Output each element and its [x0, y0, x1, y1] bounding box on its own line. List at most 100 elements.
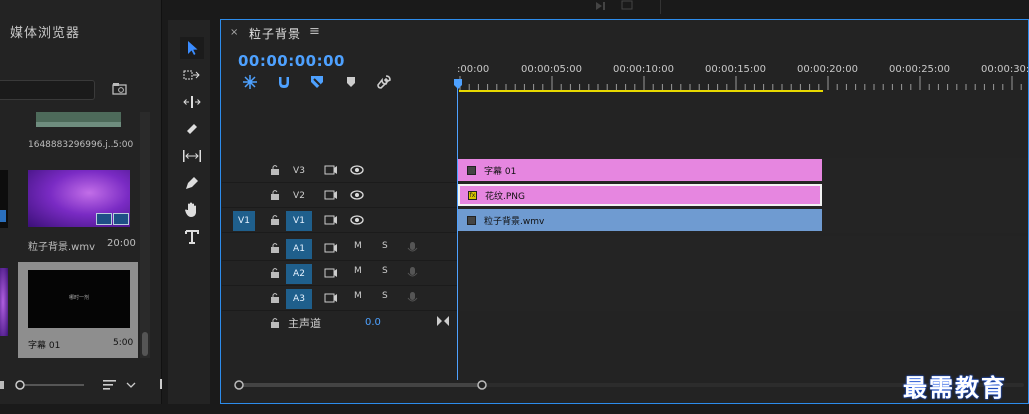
- track-lane[interactable]: 粒子背景.wmv: [457, 208, 1028, 233]
- clip-thumbnail-particles[interactable]: [28, 170, 130, 227]
- clip-particle-bg[interactable]: 粒子背景.wmv: [457, 209, 822, 231]
- track-lane[interactable]: 字幕 01: [457, 158, 1028, 183]
- selection-tool[interactable]: [180, 37, 204, 59]
- track-name[interactable]: V2: [286, 186, 312, 206]
- top-bar: [590, 0, 1029, 14]
- lock-icon[interactable]: [270, 292, 280, 304]
- hand-icon: [185, 202, 196, 217]
- solo-button[interactable]: S: [382, 291, 388, 301]
- pen-tool[interactable]: [180, 172, 204, 194]
- sync-lock-icon[interactable]: [324, 189, 338, 201]
- razor-tool[interactable]: [180, 118, 204, 140]
- track-select-tool[interactable]: [180, 64, 204, 86]
- playhead-timecode[interactable]: 00:00:00:00: [238, 52, 345, 70]
- close-icon[interactable]: ×: [230, 27, 238, 38]
- clip-label: 字幕 01: [484, 166, 517, 177]
- lock-icon[interactable]: [270, 189, 280, 201]
- go-to-in-out-icon[interactable]: [436, 315, 450, 327]
- track-name[interactable]: A2: [286, 264, 312, 284]
- clip-thumbnail-image[interactable]: [36, 112, 121, 127]
- clip-name: 字幕 01: [28, 341, 61, 351]
- microphone-icon[interactable]: [406, 267, 420, 279]
- lock-icon[interactable]: [270, 317, 280, 329]
- mute-button[interactable]: M: [354, 291, 362, 301]
- track-lane[interactable]: fx 花纹.PNG: [457, 183, 1028, 208]
- playhead[interactable]: [457, 84, 458, 380]
- clip-label: 粒子背景.wmv: [484, 216, 545, 227]
- clip-thumbnail-title[interactable]: 哪时一剂: [28, 270, 130, 328]
- sequence-tab[interactable]: 粒子背景: [249, 25, 301, 42]
- playhead-handle-icon[interactable]: [453, 78, 463, 90]
- sync-lock-icon[interactable]: [324, 164, 338, 176]
- eye-icon[interactable]: [350, 214, 364, 226]
- track-lane[interactable]: [457, 261, 1028, 286]
- panel-menu-icon[interactable]: ≡: [309, 24, 320, 39]
- chevron-down-icon[interactable]: [126, 380, 136, 390]
- track-lane[interactable]: [457, 236, 1028, 261]
- track-row-v1: V1 V1 粒子背景.wmv: [222, 208, 1028, 233]
- video-badge-icon: [0, 210, 6, 222]
- media-browser-tab[interactable]: 媒体浏览器: [10, 22, 80, 41]
- clip-name: 粒子背景.wmv: [28, 242, 96, 253]
- type-icon: [185, 230, 199, 244]
- ruler-label: 00:00:30:0: [981, 64, 1029, 75]
- track-lane[interactable]: [457, 311, 1028, 336]
- pen-icon: [186, 177, 198, 189]
- ripple-edit-icon: [183, 96, 201, 108]
- zoom-out-icon[interactable]: [0, 381, 4, 389]
- mute-button[interactable]: M: [354, 266, 362, 276]
- slip-tool[interactable]: [180, 145, 204, 167]
- track-name[interactable]: V1: [286, 211, 312, 231]
- project-scroll-thumb[interactable]: [142, 332, 148, 356]
- slip-icon: [183, 150, 201, 162]
- linked-selection-icon[interactable]: [309, 74, 325, 90]
- add-marker-icon[interactable]: [345, 75, 357, 89]
- eye-icon[interactable]: [350, 189, 364, 201]
- panel-edge-icon: [160, 379, 162, 389]
- sync-lock-icon[interactable]: [324, 267, 338, 279]
- playback-icons[interactable]: [594, 0, 634, 12]
- nest-sequence-icon[interactable]: [242, 74, 258, 90]
- track-name[interactable]: A3: [286, 289, 312, 309]
- master-volume-value[interactable]: 0.0: [365, 317, 381, 328]
- work-area-bar[interactable]: [459, 90, 823, 92]
- microphone-icon[interactable]: [406, 292, 420, 304]
- sync-lock-icon[interactable]: [324, 242, 338, 254]
- track-row-v2: V2 fx 花纹.PNG: [222, 183, 1028, 208]
- track-header: A3 M S: [222, 286, 457, 311]
- track-name[interactable]: A1: [286, 239, 312, 259]
- eye-icon[interactable]: [350, 164, 364, 176]
- lock-icon[interactable]: [270, 242, 280, 254]
- project-search-input[interactable]: [0, 80, 95, 100]
- sync-lock-icon[interactable]: [324, 292, 338, 304]
- mute-button[interactable]: M: [354, 241, 362, 251]
- ruler-label: 00:00:15:00: [705, 64, 767, 75]
- thumbnail-zoom-slider[interactable]: [14, 378, 86, 392]
- solo-button[interactable]: S: [382, 241, 388, 251]
- type-tool[interactable]: [180, 226, 204, 248]
- sync-lock-icon[interactable]: [324, 214, 338, 226]
- solo-button[interactable]: S: [382, 266, 388, 276]
- lock-icon[interactable]: [270, 164, 280, 176]
- track-name[interactable]: V3: [286, 161, 312, 181]
- new-bin-icon[interactable]: [112, 82, 128, 96]
- lock-icon[interactable]: [270, 267, 280, 279]
- clip-title-01[interactable]: 字幕 01: [457, 159, 822, 181]
- watermark-logo: 最需教育: [903, 373, 1007, 402]
- clip-pattern-png[interactable]: fx 花纹.PNG: [457, 184, 822, 206]
- wrench-icon[interactable]: [376, 74, 392, 90]
- project-scrollbar[interactable]: [140, 112, 150, 358]
- hand-tool[interactable]: [180, 199, 204, 221]
- selection-arrow-icon: [188, 41, 198, 55]
- lock-icon[interactable]: [270, 214, 280, 226]
- ruler-label: :00:00: [457, 64, 490, 75]
- sort-icon[interactable]: [102, 378, 118, 392]
- video-badge-icon: [96, 213, 112, 225]
- snap-magnet-icon[interactable]: [276, 74, 292, 90]
- clip-thumbnail-partial[interactable]: [0, 268, 8, 336]
- ripple-edit-tool[interactable]: [180, 91, 204, 113]
- microphone-icon[interactable]: [406, 242, 420, 254]
- title-thumb-text: 哪时一剂: [68, 295, 89, 301]
- source-patch-v1[interactable]: V1: [233, 211, 255, 231]
- track-lane[interactable]: [457, 286, 1028, 311]
